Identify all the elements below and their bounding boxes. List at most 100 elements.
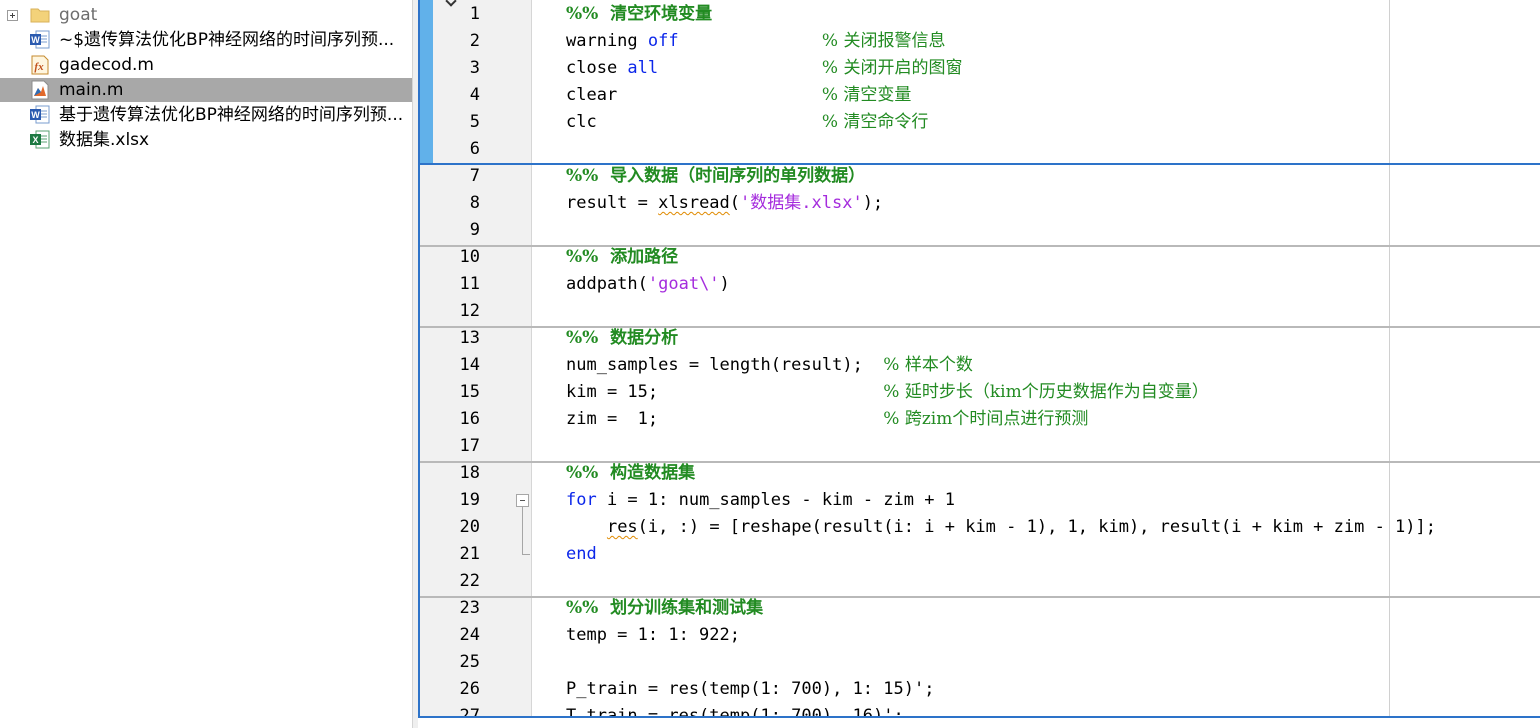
section-title: %% 清空环境变量	[566, 4, 713, 24]
code-text: %% 划分训练集和测试集	[566, 595, 763, 622]
code-text: clc % 清空命令行	[566, 109, 928, 136]
string-token: 'goat\'	[647, 274, 720, 294]
code-text: %% 添加路径	[566, 244, 678, 271]
keyword-token: off	[647, 31, 679, 51]
code-editor[interactable]: 1 %% 清空环境变量 2 warning off % 关闭报警信息 3 close al…	[418, 0, 1540, 718]
code-token: )	[719, 274, 730, 294]
code-line[interactable]: 14 num_samples = length(result); % 样本个数	[420, 352, 1540, 379]
line-number: 18	[459, 463, 480, 483]
code-line[interactable]: 11 addpath('goat\')	[420, 271, 1540, 298]
code-line[interactable]: 21 end	[420, 541, 1540, 568]
code-line[interactable]: 26 P_train = res(temp(1: 700), 1: 15)';	[420, 676, 1540, 703]
code-line[interactable]: 19 for i = 1: num_samples - kim - zim + 1	[420, 487, 1540, 514]
code-token: T_train = res(temp(1: 700), 16)';	[566, 706, 904, 718]
comment-text: % 样本个数	[883, 355, 973, 375]
code-line[interactable]: 1 %% 清空环境变量	[420, 1, 1540, 28]
excel-icon: X	[30, 130, 50, 149]
line-number: 21	[459, 544, 480, 564]
line-number: 8	[469, 193, 480, 213]
line-number: 12	[459, 301, 480, 321]
code-line[interactable]: 4 clear % 清空变量	[420, 82, 1540, 109]
word-document-icon: W	[30, 105, 50, 124]
section-title: %% 数据分析	[566, 328, 679, 348]
comment-text: % 清空命令行	[821, 112, 929, 132]
string-token: '数据集.xlsx'	[740, 193, 863, 213]
keyword-token: end	[566, 544, 597, 564]
line-number: 15	[459, 382, 480, 402]
code-token: P_train = res(temp(1: 700), 1: 15)';	[566, 679, 935, 699]
code-token: clc	[566, 112, 822, 132]
line-number: 17	[459, 436, 480, 456]
code-line[interactable]: 27 T_train = res(temp(1: 700), 16)';	[420, 703, 1540, 718]
code-line[interactable]: 22	[420, 568, 1540, 595]
line-number: 22	[459, 571, 480, 591]
line-number: 7	[469, 166, 480, 186]
comment-text: % 延时步长（kim个历史数据作为自变量）	[883, 382, 1209, 402]
code-fold-icon[interactable]	[516, 494, 529, 507]
code-text: zim = 1; % 跨zim个时间点进行预测	[566, 406, 1088, 433]
code-line[interactable]: 17	[420, 433, 1540, 460]
code-token: i = 1: num_samples - kim - zim + 1	[596, 490, 955, 510]
code-line[interactable]: 5 clc % 清空命令行	[420, 109, 1540, 136]
code-text: T_train = res(temp(1: 700), 16)';	[566, 703, 904, 718]
code-line[interactable]: 25	[420, 649, 1540, 676]
line-number: 4	[469, 85, 480, 105]
tree-item-dataset[interactable]: X 数据集.xlsx	[0, 128, 412, 152]
keyword-token: for	[566, 490, 597, 510]
line-number: 2	[469, 31, 480, 51]
code-line[interactable]: 7 %% 导入数据（时间序列的单列数据）	[420, 163, 1540, 190]
fold-guide	[522, 507, 523, 554]
code-token: kim = 15;	[566, 382, 884, 402]
code-line[interactable]: 9	[420, 217, 1540, 244]
tree-item-label: main.m	[59, 80, 124, 100]
tree-item-main[interactable]: main.m	[0, 78, 412, 102]
line-number: 24	[459, 625, 480, 645]
code-token: (	[729, 193, 741, 213]
code-text: res(i, :) = [reshape(result(i: i + kim -…	[566, 514, 1436, 541]
code-line[interactable]: 2 warning off % 关闭报警信息	[420, 28, 1540, 55]
code-token: close	[566, 58, 628, 78]
code-line[interactable]: 20 res(i, :) = [reshape(result(i: i + ki…	[420, 514, 1540, 541]
comment-text: % 关闭开启的图窗	[821, 58, 963, 78]
code-text: end	[566, 541, 597, 568]
expand-icon[interactable]	[7, 10, 18, 21]
code-line[interactable]: 16 zim = 1; % 跨zim个时间点进行预测	[420, 406, 1540, 433]
matlab-function-icon: fx	[31, 55, 49, 75]
code-line[interactable]: 12	[420, 298, 1540, 325]
line-number: 14	[459, 355, 480, 375]
line-number: 27	[459, 706, 480, 718]
line-number: 25	[459, 652, 480, 672]
svg-text:W: W	[31, 110, 40, 120]
tree-item-goat-folder[interactable]: goat	[0, 3, 412, 27]
code-line[interactable]: 6	[420, 136, 1540, 163]
line-number: 5	[469, 112, 480, 132]
code-text: clear % 清空变量	[566, 82, 911, 109]
section-title: %% 构造数据集	[566, 463, 696, 483]
code-text: addpath('goat\')	[566, 271, 730, 298]
code-line[interactable]: 18 %% 构造数据集	[420, 460, 1540, 487]
code-line[interactable]: 23 %% 划分训练集和测试集	[420, 595, 1540, 622]
code-line[interactable]: 15 kim = 15; % 延时步长（kim个历史数据作为自变量）	[420, 379, 1540, 406]
keyword-token: all	[627, 58, 659, 78]
code-token: res	[606, 517, 638, 537]
code-token: (i, :) = [reshape(result(i: i + kim - 1)…	[637, 517, 1436, 537]
code-line[interactable]: 3 close all % 关闭开启的图窗	[420, 55, 1540, 82]
code-text: result = xlsread('数据集.xlsx');	[566, 190, 883, 217]
code-line[interactable]: 24 temp = 1: 1: 922;	[420, 622, 1540, 649]
tree-item-gadecod[interactable]: fx gadecod.m	[0, 53, 412, 77]
code-line[interactable]: 13 %% 数据分析	[420, 325, 1540, 352]
code-token: addpath(	[566, 274, 648, 294]
comment-text: % 跨zim个时间点进行预测	[883, 409, 1089, 429]
tree-item-word-temp[interactable]: W ~$遗传算法优化BP神经网络的时间序列预...	[0, 28, 412, 52]
line-number: 10	[459, 247, 480, 267]
code-token: );	[862, 193, 884, 213]
section-title: %% 添加路径	[566, 247, 679, 267]
line-number: 11	[459, 274, 480, 294]
code-line[interactable]: 10 %% 添加路径	[420, 244, 1540, 271]
code-text: %% 清空环境变量	[566, 1, 712, 28]
matlab-script-icon	[31, 80, 49, 100]
tree-item-word-doc[interactable]: W 基于遗传算法优化BP神经网络的时间序列预...	[0, 103, 412, 127]
code-line[interactable]: 8 result = xlsread('数据集.xlsx');	[420, 190, 1540, 217]
line-number: 16	[459, 409, 480, 429]
